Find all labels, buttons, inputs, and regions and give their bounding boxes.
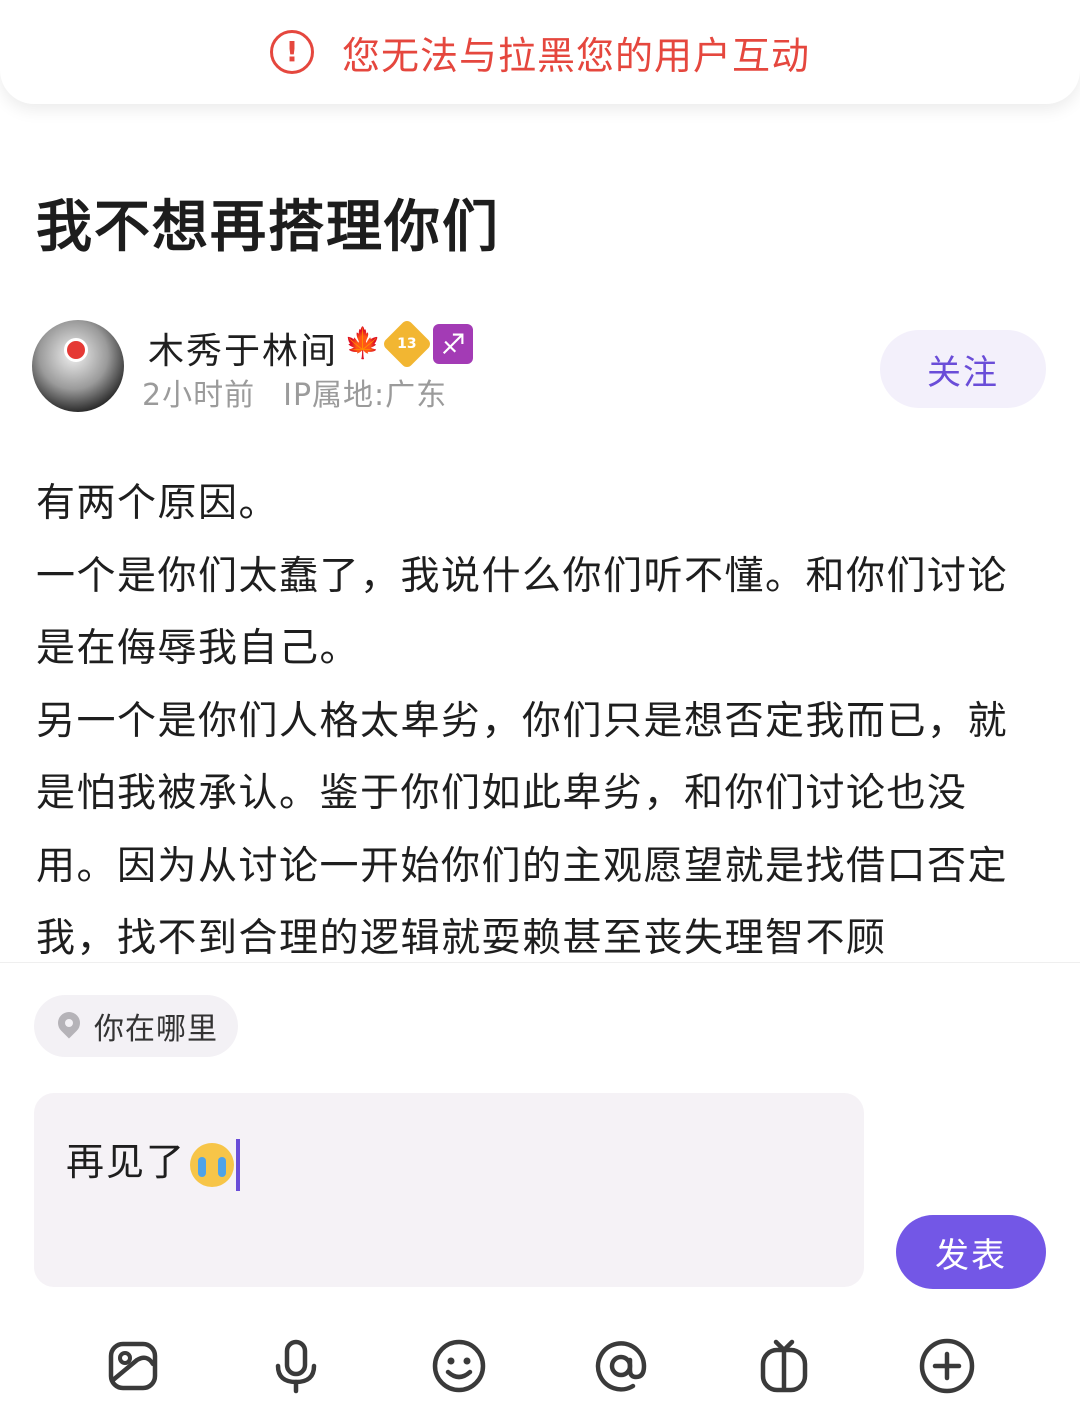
author-row: 木秀于林间 🍁 13 ♐ 2小时前 IP属地:广东 关注 <box>32 318 1048 414</box>
follow-button[interactable]: 关注 <box>880 330 1046 408</box>
post-meta: 2小时前 IP属地:广东 <box>142 370 447 414</box>
reply-input-value: 再见了 <box>66 1131 241 1191</box>
content-paragraph: 一个是你们太蠢了，我说什么你们听不懂。和你们讨论是在侮辱我自己。 <box>36 553 1009 672</box>
reply-text: 再见了 <box>66 1140 187 1184</box>
microphone-icon[interactable] <box>266 1336 326 1396</box>
location-label: 你在哪里 <box>94 1012 218 1047</box>
location-pin-icon <box>58 1012 80 1040</box>
toast-text: 您无法与拉黑您的用户互动 <box>341 33 810 78</box>
sagittarius-icon: ♐ <box>433 324 474 364</box>
ip-location: IP属地:广东 <box>283 378 448 413</box>
reply-editor: 你在哪里 再见了 发表 <box>0 962 1080 1427</box>
location-chip[interactable]: 你在哪里 <box>34 995 238 1057</box>
post-time: 2小时前 <box>142 378 256 413</box>
author-badges: 🍁 13 ♐ <box>344 318 474 370</box>
reply-input[interactable]: 再见了 <box>34 1093 864 1287</box>
image-icon[interactable] <box>103 1336 163 1396</box>
avatar[interactable] <box>32 320 124 412</box>
gift-icon[interactable] <box>754 1336 814 1396</box>
maple-leaf-icon: 🍁 <box>344 326 382 361</box>
add-icon[interactable] <box>917 1336 977 1396</box>
level-number: 13 <box>397 335 418 352</box>
publish-button[interactable]: 发表 <box>896 1215 1046 1289</box>
content-paragraph: 有两个原因。 <box>36 481 280 526</box>
author-name[interactable]: 木秀于林间 <box>148 322 338 374</box>
alert-circle-icon: ! <box>269 30 314 74</box>
post-content: 有两个原因。 一个是你们太蠢了，我说什么你们听不懂。和你们讨论是在侮辱我自己。 … <box>36 468 1036 962</box>
post-title: 我不想再搭理你们 <box>36 195 500 260</box>
content-paragraph: 另一个是你们人格太卑劣，你们只是想否定我而已，就是怕我被承认。鉴于你们如此卑劣，… <box>36 698 1009 962</box>
block-warning-toast: ! 您无法与拉黑您的用户互动 <box>0 0 1080 104</box>
editor-toolbar <box>0 1331 1080 1401</box>
mention-icon[interactable] <box>591 1336 651 1396</box>
crying-face-icon <box>190 1142 235 1187</box>
level-badge-icon: 13 <box>381 318 433 370</box>
text-caret <box>236 1138 241 1191</box>
emoji-icon[interactable] <box>429 1336 489 1396</box>
